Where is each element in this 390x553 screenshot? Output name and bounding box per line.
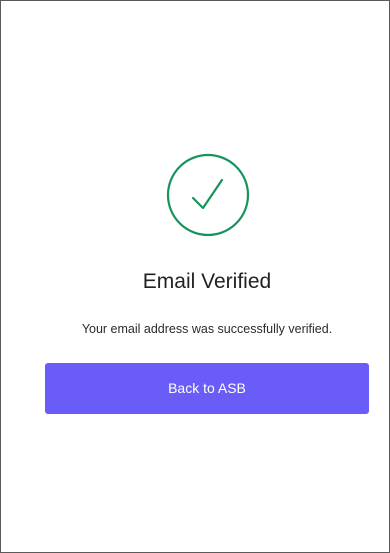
page-title: Email Verified — [142, 270, 272, 293]
checkmark-circle-icon — [166, 153, 250, 237]
back-to-asb-button[interactable]: Back to ASB — [45, 363, 369, 414]
verification-message: Your email address was successfully veri… — [81, 322, 333, 336]
verification-screen: Email Verified Your email address was su… — [0, 0, 390, 553]
